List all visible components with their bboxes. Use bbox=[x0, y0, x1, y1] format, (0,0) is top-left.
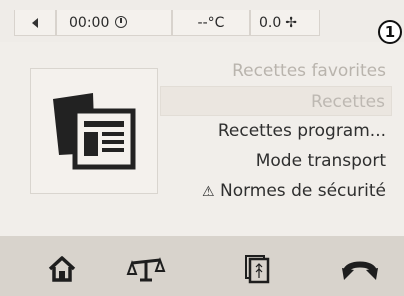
menu-item-favorite-recipes[interactable]: Recettes favorites bbox=[160, 56, 392, 86]
fan-icon: ✢ bbox=[285, 15, 297, 31]
warning-icon: ⚠ bbox=[202, 184, 215, 200]
menu-item-recipes[interactable]: Recettes bbox=[160, 86, 392, 116]
recipe-book-icon bbox=[245, 255, 270, 284]
menu-item-label: Recettes bbox=[311, 92, 385, 112]
menu-item-label: Recettes favorites bbox=[232, 61, 386, 81]
menu-item-label: Mode transport bbox=[255, 151, 386, 171]
step-badge: 1 bbox=[378, 20, 402, 44]
speed-value: 0.0 bbox=[259, 15, 282, 31]
temperature-value: --°C bbox=[197, 15, 225, 31]
menu-item-safety-standards[interactable]: ⚠ Normes de sécurité bbox=[160, 176, 392, 206]
menu-item-transport-mode[interactable]: Mode transport bbox=[160, 146, 392, 176]
home-icon bbox=[48, 256, 76, 282]
menu-item-label: Recettes program... bbox=[217, 121, 386, 141]
scale-icon bbox=[126, 257, 166, 282]
recipes-button[interactable] bbox=[238, 254, 278, 284]
settings-menu: Recettes favorites Recettes Recettes pro… bbox=[160, 56, 392, 216]
undo-icon bbox=[342, 261, 378, 280]
temperature-display[interactable]: --°C bbox=[172, 10, 250, 36]
menu-item-label: Normes de sécurité bbox=[219, 181, 386, 201]
home-button[interactable] bbox=[42, 254, 82, 284]
speed-display[interactable]: 0.0 ✢ bbox=[250, 10, 320, 36]
recipe-book-illustration-icon bbox=[53, 93, 136, 170]
status-bar: 00:00 --°C 0.0 ✢ bbox=[0, 0, 404, 42]
menu-item-next-peek bbox=[160, 206, 392, 216]
menu-item-programmed-recipes[interactable]: Recettes program... bbox=[160, 116, 392, 146]
back-button[interactable] bbox=[14, 10, 56, 36]
bottom-nav bbox=[0, 236, 404, 296]
recipes-thumbnail bbox=[30, 68, 158, 194]
timer-value: 00:00 bbox=[69, 15, 110, 31]
timer-display[interactable]: 00:00 bbox=[56, 10, 172, 36]
clock-icon bbox=[115, 16, 128, 28]
scale-button[interactable] bbox=[126, 254, 166, 284]
undo-button[interactable] bbox=[340, 254, 380, 284]
back-arrow-icon bbox=[32, 18, 38, 28]
